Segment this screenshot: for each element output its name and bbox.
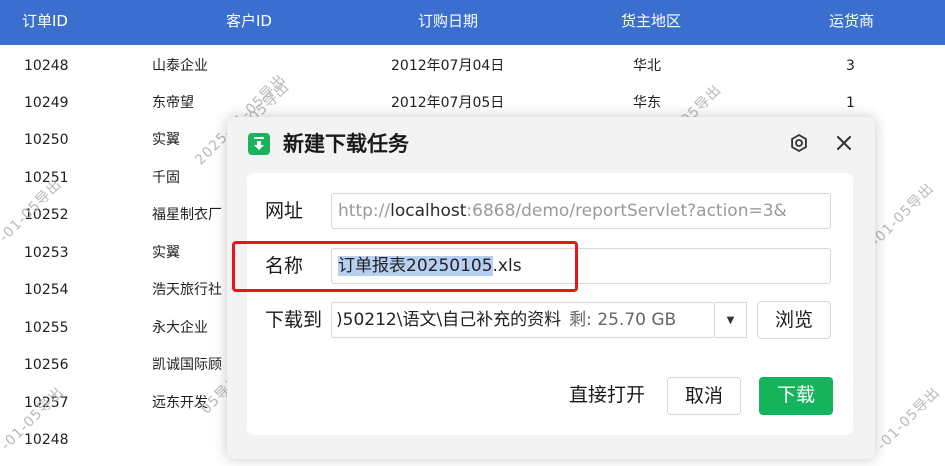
customer-cell: 浩天旅行社 [152, 282, 222, 298]
customer-cell: 实翼 [152, 132, 180, 148]
order-id-cell: 10256 [24, 357, 69, 373]
column-header-shipper[interactable]: 运货商 [829, 0, 874, 45]
chevron-down-icon: ▼ [726, 314, 735, 326]
filename-highlight-box [232, 241, 578, 292]
download-form-panel: 网址 http://localhost:6868/demo/reportServ… [247, 173, 853, 435]
browse-button[interactable]: 浏览 [757, 301, 831, 339]
customer-cell: 千固 [152, 170, 180, 186]
download-app-logo [248, 133, 270, 155]
open-directly-button[interactable]: 直接打开 [555, 377, 659, 415]
save-path-text: )50212\语文\自己补充的资料 [336, 310, 562, 330]
column-header-order-id[interactable]: 订单ID [22, 0, 68, 45]
customer-cell: 福星制衣厂 [152, 207, 222, 223]
url-prefix-text: http:// [338, 201, 391, 221]
close-button[interactable] [832, 131, 856, 155]
column-header-ship-region[interactable]: 货主地区 [621, 0, 681, 45]
customer-cell: 东帝望 [152, 95, 194, 111]
order-id-cell: 10250 [24, 132, 69, 148]
column-header-order-date[interactable]: 订购日期 [418, 0, 478, 45]
free-space-text: 剩: 25.70 GB [569, 310, 677, 330]
order-date-cell: 2012年07月04日 [391, 58, 505, 74]
order-id-cell: 10248 [24, 58, 69, 74]
url-label: 网址 [265, 200, 304, 222]
table-row[interactable]: 10248 山泰企业 2012年07月04日 华北 3 [0, 48, 945, 85]
customer-cell: 永大企业 [152, 320, 208, 336]
order-id-cell: 10249 [24, 95, 69, 111]
gear-icon [791, 133, 807, 153]
customer-cell: 实翼 [152, 245, 180, 261]
save-path-dropdown-button[interactable]: ▼ [715, 302, 747, 338]
order-id-cell: 10254 [24, 282, 69, 298]
settings-button[interactable] [787, 131, 811, 155]
save-path-label: 下载到 [265, 309, 323, 331]
url-path-text: :6868/demo/reportServlet?action=3& [466, 201, 787, 221]
url-field[interactable]: http://localhost:6868/demo/reportServlet… [331, 193, 831, 229]
save-path-field[interactable]: )50212\语文\自己补充的资料 剩: 25.70 GB [331, 302, 715, 338]
download-button[interactable]: 下载 [759, 377, 833, 415]
column-header-customer-id[interactable]: 客户ID [226, 0, 272, 45]
region-cell: 华北 [633, 58, 661, 74]
customer-cell: 凯诚国际顾 [152, 357, 222, 373]
cancel-button[interactable]: 取消 [667, 377, 741, 415]
url-host-text: localhost [390, 201, 467, 221]
customer-cell: 山泰企业 [152, 58, 208, 74]
table-header: 订单ID 客户ID 订购日期 货主地区 运货商 [0, 0, 945, 45]
order-id-cell: 10253 [24, 245, 69, 261]
dialog-title: 新建下载任务 [283, 132, 409, 156]
order-id-cell: 10255 [24, 320, 69, 336]
close-icon [837, 136, 851, 150]
shipper-cell: 3 [846, 58, 855, 74]
